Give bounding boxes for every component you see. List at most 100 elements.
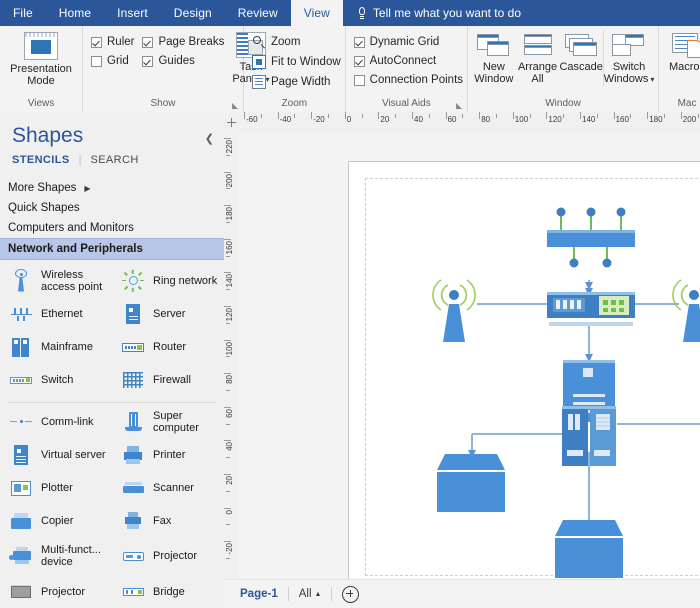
- shape-printer[interactable]: Printer: [112, 438, 224, 471]
- shape-gallery: Wireless access point Ring network Ether…: [0, 260, 224, 608]
- tab-design[interactable]: Design: [161, 0, 225, 26]
- page-tab-page-1[interactable]: Page-1: [240, 588, 278, 600]
- ruler-tick: [224, 508, 231, 509]
- diagram-wireless-access-point-left[interactable]: [433, 280, 475, 342]
- shape-mainframe[interactable]: Mainframe: [0, 330, 112, 363]
- checkbox-ruler[interactable]: Ruler: [91, 36, 134, 48]
- ruler-origin-corner[interactable]: [224, 112, 239, 135]
- show-dialog-launcher[interactable]: ◣: [232, 101, 241, 110]
- presentation-mode-label-line2: Mode: [27, 75, 55, 87]
- mainframe-icon: [8, 335, 34, 359]
- shape-switch[interactable]: Switch: [0, 363, 112, 396]
- presentation-mode-button[interactable]: Presentation Mode: [4, 30, 78, 87]
- ruler-label: 140: [225, 274, 234, 287]
- checkbox-grid-box[interactable]: [91, 56, 102, 67]
- shape-fax[interactable]: Fax: [112, 504, 224, 537]
- firewall-icon: [120, 368, 146, 392]
- ethernet-icon: [8, 302, 34, 326]
- shape-ring-network[interactable]: Ring network: [112, 264, 224, 297]
- checkbox-page-breaks-box[interactable]: [142, 37, 153, 48]
- stencil-item-computers-and-monitors[interactable]: Computers and Monitors: [0, 218, 224, 238]
- comm-link-icon: [8, 410, 34, 434]
- stencil-item-more-shapes[interactable]: More Shapes ▶: [0, 178, 224, 198]
- horizontal-ruler[interactable]: -60-40-20020406080100120140160180200: [238, 112, 700, 135]
- shape-server[interactable]: Server: [112, 297, 224, 330]
- network-diagram[interactable]: [349, 162, 700, 580]
- shape-copier[interactable]: Copier: [0, 504, 112, 537]
- arrange-all-button[interactable]: Arrange All: [516, 30, 560, 85]
- shape-super-computer[interactable]: Super computer: [112, 405, 224, 438]
- ruler-minor-tick: [226, 356, 230, 357]
- shape-comm-link[interactable]: Comm-link: [0, 405, 112, 438]
- shape-router[interactable]: Router: [112, 330, 224, 363]
- checkbox-guides[interactable]: Guides: [142, 55, 224, 67]
- diagram-wireless-access-point-right[interactable]: [673, 280, 700, 342]
- shape-scanner[interactable]: Scanner: [112, 471, 224, 504]
- checkbox-guides-label: Guides: [158, 55, 194, 67]
- ribbon-group-window: New Window Arrange All: [468, 26, 659, 112]
- shape-wireless-access-point[interactable]: Wireless access point: [0, 264, 112, 297]
- tab-search[interactable]: SEARCH: [90, 154, 138, 166]
- switch-windows-button[interactable]: Switch Windows▾: [603, 30, 654, 86]
- shape-ethernet[interactable]: Ethernet: [0, 297, 112, 330]
- checkbox-dynamic-grid[interactable]: Dynamic Grid: [354, 36, 463, 48]
- canvas-area[interactable]: [238, 134, 700, 580]
- cascade-button[interactable]: Cascade: [559, 30, 603, 73]
- plus-circle-icon[interactable]: [342, 586, 359, 603]
- ruler-minor-tick: [226, 289, 230, 290]
- caret-up-icon[interactable]: ▲: [315, 591, 322, 598]
- tab-file[interactable]: File: [0, 0, 46, 26]
- checkbox-autoconnect-box[interactable]: [354, 56, 365, 67]
- drawing-page[interactable]: [348, 161, 700, 580]
- checkbox-autoconnect[interactable]: AutoConnect: [354, 55, 463, 67]
- diagram-copier-bottom[interactable]: [555, 520, 623, 578]
- new-window-label-line1: New: [483, 61, 505, 73]
- ruler-minor-tick: [226, 390, 230, 391]
- ruler-label: 120: [548, 115, 561, 124]
- tab-view[interactable]: View: [291, 0, 343, 26]
- diagram-copier-left[interactable]: [437, 454, 505, 512]
- shape-bridge[interactable]: Bridge: [112, 575, 224, 608]
- shape-plotter[interactable]: Plotter: [0, 471, 112, 504]
- vertical-ruler[interactable]: 220200180160140120100806040200-20: [224, 134, 239, 580]
- visual-aids-dialog-launcher[interactable]: ◣: [456, 101, 465, 110]
- server-icon: [120, 302, 146, 326]
- shape-projector[interactable]: Projector: [112, 537, 224, 575]
- stencil-item-quick-shapes[interactable]: Quick Shapes: [0, 198, 224, 218]
- macros-button[interactable]: Macros: [663, 30, 700, 73]
- checkbox-grid[interactable]: Grid: [91, 55, 134, 67]
- checkbox-connection-points-label: Connection Points: [370, 74, 463, 86]
- ruler-label: 80: [481, 115, 490, 124]
- diagram-router-center[interactable]: [547, 292, 635, 326]
- fit-to-window-icon: [252, 55, 266, 69]
- tab-stencils[interactable]: STENCILS: [12, 154, 70, 166]
- all-pages-selector[interactable]: All ▲: [299, 588, 322, 600]
- checkbox-page-breaks[interactable]: Page Breaks: [142, 36, 224, 48]
- shape-multifunction-device[interactable]: Multi-funct... device: [0, 537, 112, 575]
- projector-icon: [120, 544, 146, 568]
- tab-home[interactable]: Home: [46, 0, 104, 26]
- shape-firewall[interactable]: Firewall: [112, 363, 224, 396]
- tab-review[interactable]: Review: [225, 0, 291, 26]
- checkbox-dynamic-grid-label: Dynamic Grid: [370, 36, 440, 48]
- zoom-button[interactable]: Zoom: [252, 35, 341, 49]
- checkbox-page-breaks-label: Page Breaks: [158, 36, 224, 48]
- checkbox-guides-box[interactable]: [142, 56, 153, 67]
- stencil-item-network-and-peripherals[interactable]: Network and Peripherals: [0, 238, 224, 260]
- diagram-ring-network-top[interactable]: [547, 208, 635, 268]
- checkbox-connection-points[interactable]: Connection Points: [354, 74, 463, 86]
- checkbox-ruler-box[interactable]: [91, 37, 102, 48]
- chevron-left-icon[interactable]: ❮: [205, 132, 214, 145]
- checkbox-dynamic-grid-box[interactable]: [354, 37, 365, 48]
- shape-virtual-server[interactable]: Virtual server: [0, 438, 112, 471]
- shape-projector-screen[interactable]: Projector: [0, 575, 112, 608]
- tab-insert[interactable]: Insert: [104, 0, 161, 26]
- checkbox-connection-points-box[interactable]: [354, 75, 365, 86]
- new-window-button[interactable]: New Window: [472, 30, 516, 85]
- ruler-minor-tick: [226, 457, 230, 458]
- fit-to-window-button[interactable]: Fit to Window: [252, 55, 341, 69]
- page-width-button[interactable]: Page Width: [252, 75, 341, 89]
- switch-windows-caret-icon[interactable]: ▾: [650, 75, 654, 84]
- ruler-minor-tick: [226, 558, 230, 559]
- tell-me-box[interactable]: Tell me what you want to do: [343, 0, 521, 26]
